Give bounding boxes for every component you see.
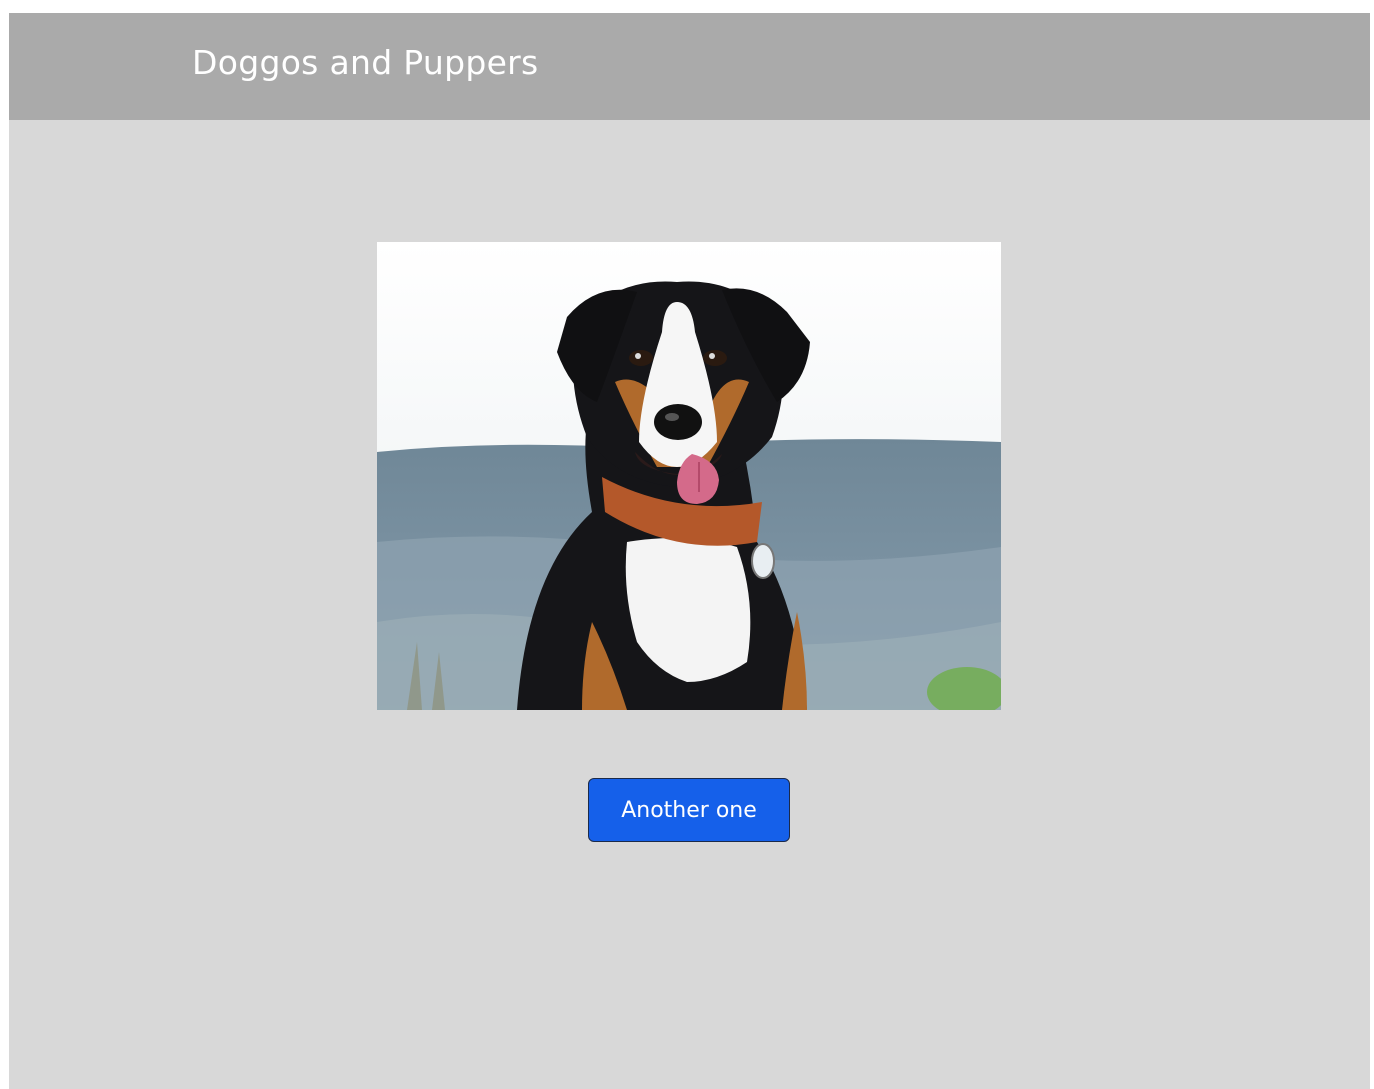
dog-photo-illustration [377, 242, 1001, 710]
dog-photo [377, 242, 1001, 710]
another-one-button[interactable]: Another one [588, 778, 790, 842]
site-title: Doggos and Puppers [192, 43, 539, 82]
page: Doggos and Puppers Another one [9, 13, 1370, 1089]
site-header: Doggos and Puppers [9, 13, 1370, 120]
